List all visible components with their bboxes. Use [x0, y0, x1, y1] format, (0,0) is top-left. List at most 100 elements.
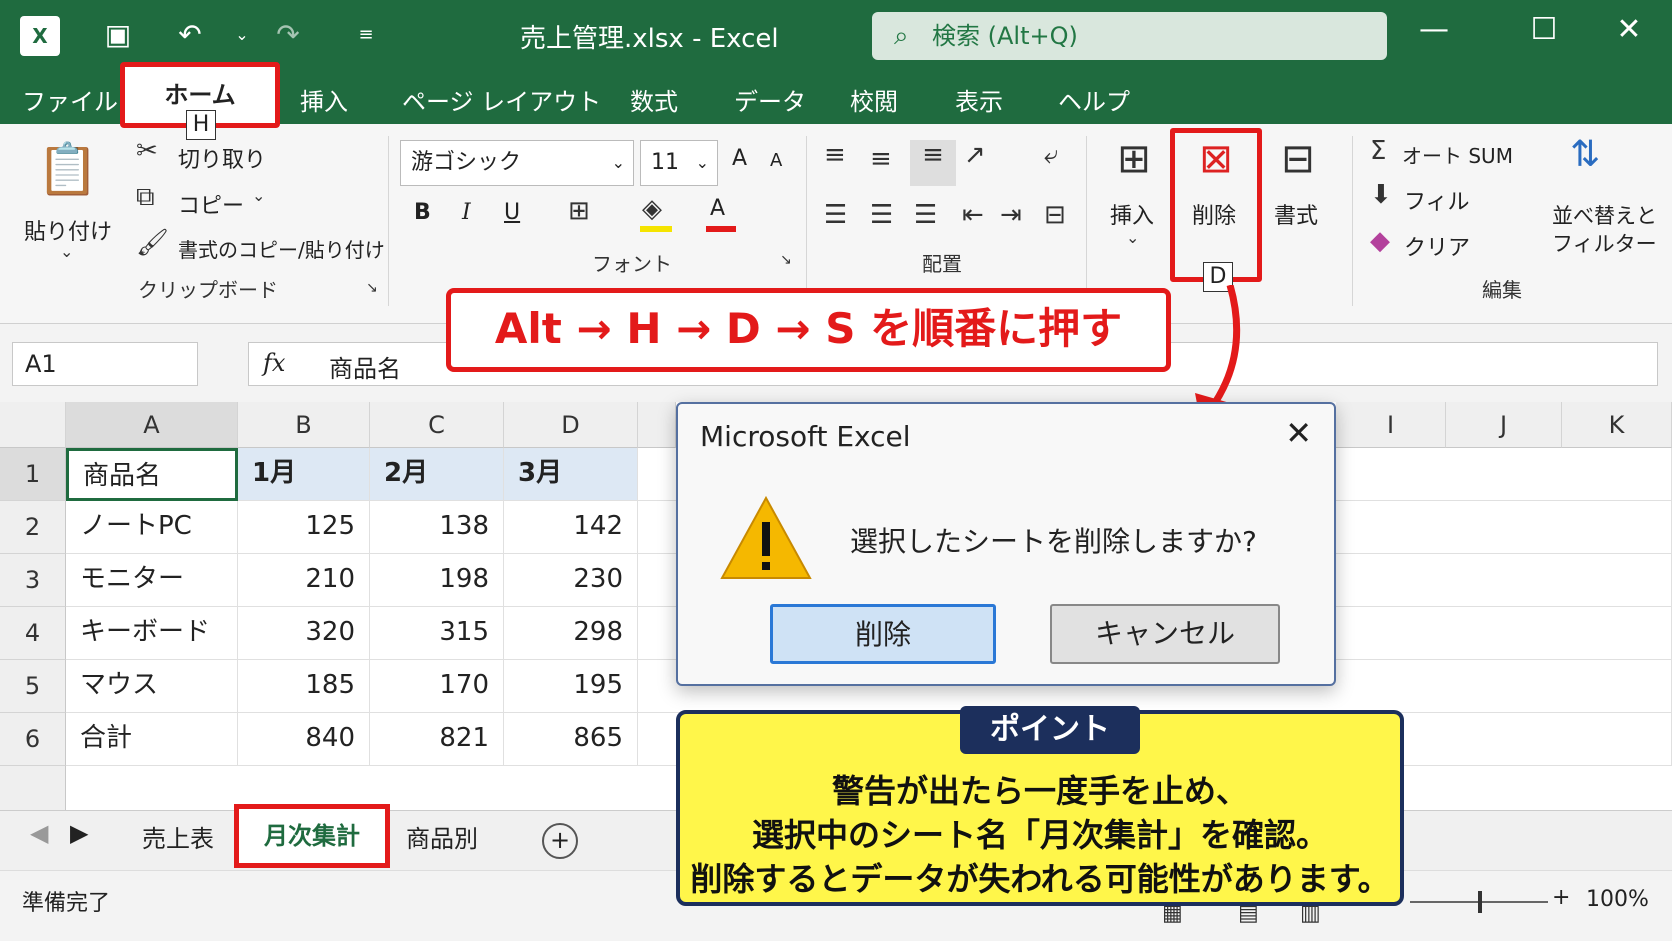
fill-button[interactable]: フィル [1404, 184, 1470, 216]
bold-button[interactable]: B [414, 200, 431, 225]
select-all-corner[interactable] [0, 402, 66, 448]
cell[interactable]: 320 [238, 607, 370, 660]
row-header[interactable]: 1 [0, 448, 66, 501]
cut-icon[interactable]: ✂ [136, 136, 158, 166]
sheet-tab-monthly[interactable]: 月次集計 [234, 804, 390, 868]
row-header[interactable]: 6 [0, 713, 66, 766]
scroll-right-icon[interactable]: ▶ [70, 819, 88, 847]
cell[interactable]: 198 [370, 554, 504, 607]
cell[interactable]: 195 [504, 660, 638, 713]
cell[interactable]: 210 [238, 554, 370, 607]
align-left-icon[interactable]: ☰ [824, 200, 847, 230]
copy-icon[interactable]: ⧉ [136, 182, 155, 213]
format-cells-button[interactable]: 書式 [1274, 198, 1318, 230]
undo-icon[interactable]: ↶ [170, 14, 210, 56]
zoom-thumb[interactable] [1478, 891, 1482, 913]
cell[interactable]: 185 [238, 660, 370, 713]
row-header[interactable]: 2 [0, 501, 66, 554]
insert-cells-button[interactable]: 挿入 [1110, 198, 1154, 230]
grow-font-button[interactable]: A [732, 146, 747, 171]
shrink-font-button[interactable]: A [770, 150, 782, 171]
orientation-icon[interactable]: ↗ [964, 140, 986, 170]
column-header[interactable] [638, 402, 676, 448]
align-top-icon[interactable]: ≡ [824, 140, 846, 170]
underline-button[interactable]: U [504, 200, 520, 225]
cancel-button[interactable]: キャンセル [1050, 604, 1280, 664]
maximize-icon[interactable]: ☐ [1520, 12, 1568, 47]
cell[interactable]: 230 [504, 554, 638, 607]
decrease-indent-icon[interactable]: ⇤ [962, 200, 984, 230]
cell[interactable]: 840 [238, 713, 370, 766]
increase-indent-icon[interactable]: ⇥ [1000, 200, 1022, 230]
clipboard-launcher-icon[interactable]: ↘ [366, 280, 378, 296]
row-header[interactable]: 3 [0, 554, 66, 607]
cut-button[interactable]: 切り取り [178, 142, 266, 174]
column-header[interactable]: D [504, 402, 638, 448]
copy-dropdown-icon[interactable]: ⌄ [252, 186, 265, 205]
cell[interactable]: 合計 [66, 713, 238, 766]
scroll-left-icon[interactable]: ◀ [30, 819, 48, 847]
fill-icon[interactable]: ⬇ [1370, 180, 1392, 210]
cell[interactable]: 商品名 [66, 448, 238, 501]
clear-icon[interactable]: ◆ [1370, 226, 1390, 256]
align-middle-icon[interactable]: ≡ [870, 144, 892, 174]
sort-filter-icon[interactable]: ⇅ [1570, 134, 1600, 175]
cell[interactable]: 142 [504, 501, 638, 554]
close-icon[interactable]: ✕ [1605, 12, 1653, 47]
align-center-icon[interactable]: ☰ [870, 200, 893, 230]
row-header[interactable]: 5 [0, 660, 66, 713]
font-color-button[interactable]: A [710, 196, 725, 221]
cell[interactable]: ノートPC [66, 501, 238, 554]
sheet-tab-by-product[interactable]: 商品別 [406, 819, 478, 854]
copy-button[interactable]: コピー [178, 188, 244, 220]
cell[interactable]: 2月 [370, 448, 504, 501]
minimize-icon[interactable]: — [1410, 12, 1458, 47]
search-box[interactable]: ⌕ 検索 (Alt+Q) [872, 12, 1387, 60]
undo-dropdown-icon[interactable]: ⌄ [222, 14, 262, 56]
wrap-text-icon[interactable]: ⤶ [1044, 140, 1059, 171]
insert-dropdown-icon[interactable]: ⌄ [1126, 228, 1139, 247]
column-header[interactable]: I [1336, 402, 1446, 448]
confirm-delete-button[interactable]: 削除 [770, 604, 996, 664]
merge-center-icon[interactable]: ⊟ [1044, 200, 1066, 230]
format-painter-button[interactable]: 書式のコピー/貼り付け [178, 234, 385, 263]
sort-filter-line2[interactable]: フィルター [1552, 228, 1657, 258]
align-bottom-icon[interactable]: ≡ [910, 140, 956, 186]
tab-review[interactable]: 校閲 [850, 82, 898, 117]
format-cells-icon[interactable]: ⊟ [1272, 136, 1324, 182]
sheet-tab-sales[interactable]: 売上表 [142, 819, 214, 854]
save-icon[interactable]: ▣ [98, 14, 138, 56]
tab-page-layout[interactable]: ページ レイアウト [402, 82, 601, 117]
cell[interactable]: マウス [66, 660, 238, 713]
redo-icon[interactable]: ↷ [268, 14, 308, 56]
autosum-icon[interactable]: Σ [1370, 136, 1386, 166]
zoom-in-icon[interactable]: + [1552, 885, 1570, 910]
fill-color-icon[interactable]: ◈ [642, 194, 662, 224]
column-header[interactable]: K [1562, 402, 1672, 448]
format-painter-icon[interactable]: 🖌 [136, 228, 169, 258]
cell[interactable]: 125 [238, 501, 370, 554]
column-header[interactable]: J [1446, 402, 1562, 448]
row-header[interactable]: 4 [0, 607, 66, 660]
borders-icon[interactable]: ⊞ [568, 196, 590, 226]
tab-file[interactable]: ファイル [22, 82, 118, 117]
font-name-select[interactable]: 游ゴシック ⌄ [400, 140, 634, 186]
italic-button[interactable]: I [462, 200, 471, 225]
paste-icon[interactable]: 📋 [36, 140, 100, 199]
cell[interactable]: 865 [504, 713, 638, 766]
cell[interactable]: キーボード [66, 607, 238, 660]
font-size-select[interactable]: 11 ⌄ [640, 140, 718, 186]
cell[interactable]: 1月 [238, 448, 370, 501]
tab-formulas[interactable]: 数式 [630, 82, 678, 117]
align-right-icon[interactable]: ☰ [914, 200, 937, 230]
customize-icon[interactable]: ≡ [346, 14, 386, 56]
column-header[interactable]: C [370, 402, 504, 448]
dialog-close-icon[interactable]: ✕ [1285, 414, 1312, 452]
name-box[interactable]: A1 [12, 342, 198, 386]
cell[interactable]: 138 [370, 501, 504, 554]
autosum-button[interactable]: オート SUM [1402, 140, 1513, 169]
clear-button[interactable]: クリア [1404, 230, 1470, 262]
cell[interactable]: 821 [370, 713, 504, 766]
row-header[interactable] [0, 766, 66, 812]
add-sheet-button[interactable]: + [542, 823, 578, 859]
